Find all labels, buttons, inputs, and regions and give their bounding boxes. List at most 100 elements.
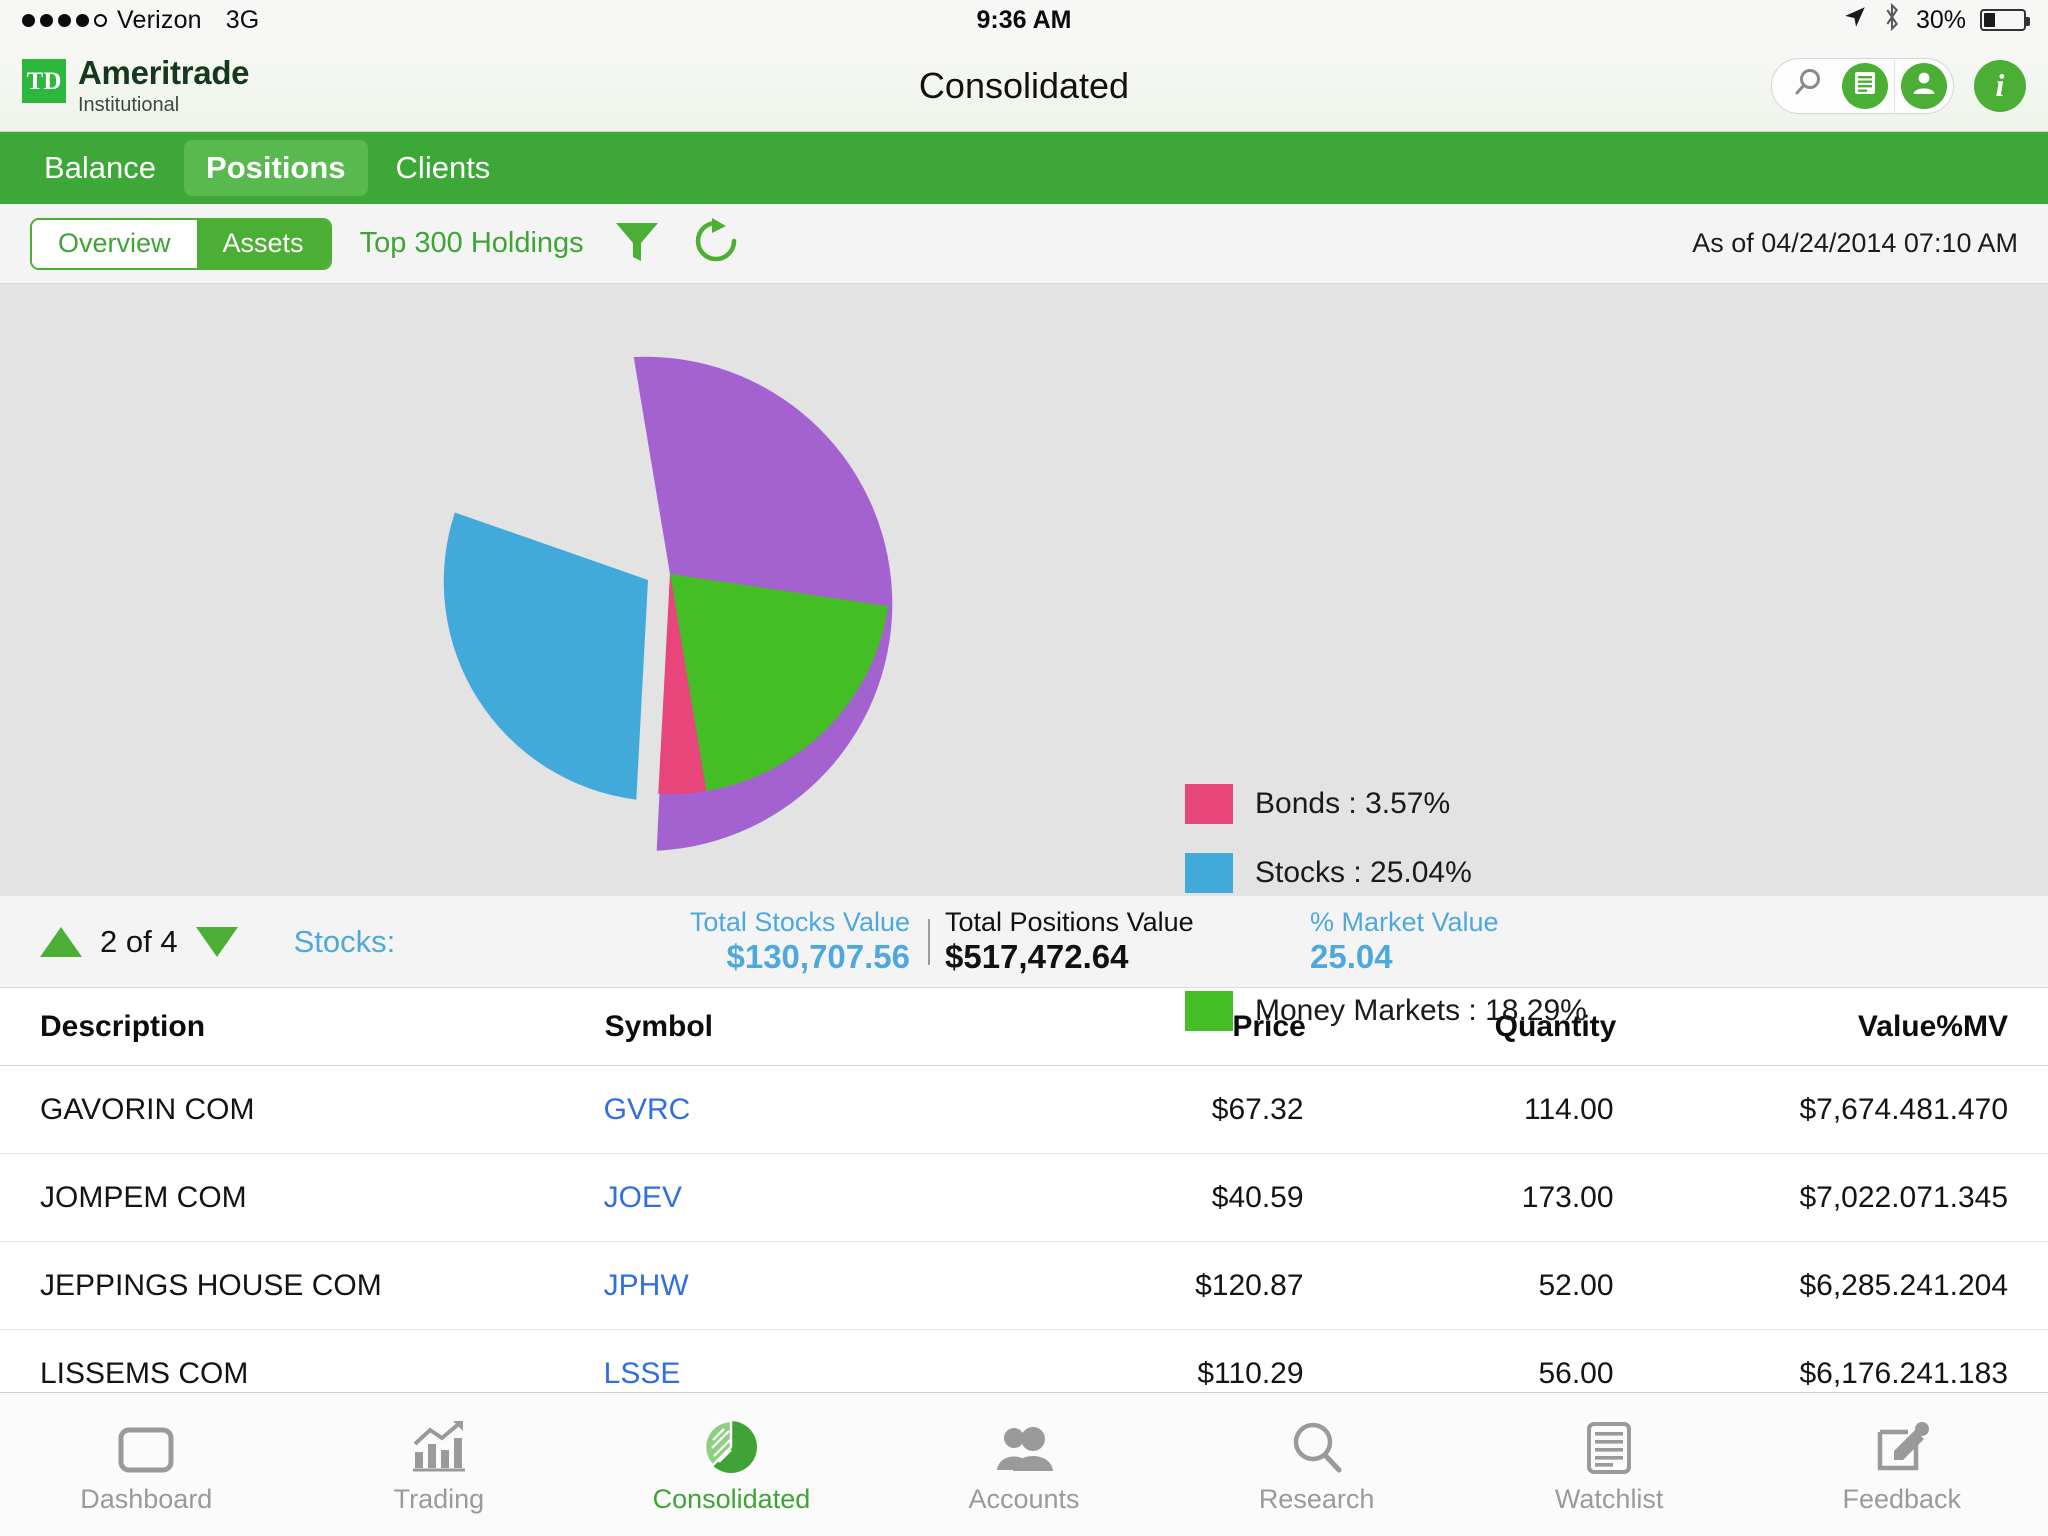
- brand-sub-label: Institutional: [78, 94, 180, 116]
- tab-label-dashboard: Dashboard: [80, 1484, 213, 1514]
- column-header-mv[interactable]: %MV: [1936, 1010, 2008, 1044]
- edit-pencil-icon: [1874, 1414, 1930, 1476]
- asset-allocation-chart: Bonds : 3.57% Stocks : 25.04% Mutual Fun…: [0, 284, 2048, 1031]
- document-button[interactable]: [1842, 62, 1888, 109]
- profile-button[interactable]: [1901, 62, 1947, 109]
- tab-trading[interactable]: Trading: [293, 1393, 586, 1536]
- cell-quantity: 173.00: [1521, 1180, 1614, 1214]
- legend-swatch-stocks: [1185, 853, 1233, 893]
- cell-value: $6,285.24: [1799, 1268, 1933, 1302]
- pager-position-label: 2 of 4: [100, 923, 178, 959]
- segment-assets[interactable]: Assets: [196, 219, 330, 268]
- cell-price: $67.32: [1211, 1092, 1304, 1126]
- pager-up-arrow-icon[interactable]: [40, 926, 82, 957]
- legend-label-bonds: Bonds : 3.57%: [1255, 787, 1451, 820]
- segment-overview[interactable]: Overview: [32, 219, 197, 268]
- profile-icon: [1909, 68, 1939, 103]
- signal-strength-icon: [22, 13, 107, 27]
- nav-tab-balance[interactable]: Balance: [22, 140, 178, 196]
- people-icon: [991, 1414, 1057, 1476]
- cell-symbol[interactable]: GVRC: [604, 1093, 1046, 1127]
- legend-item-money-markets: Money Markets : 18.29%: [1185, 991, 1587, 1031]
- cell-description: LISSEMS COM: [40, 1356, 249, 1390]
- category-pager: 2 of 4: [40, 924, 238, 960]
- search-button[interactable]: [1778, 65, 1836, 106]
- battery-icon: [1980, 9, 2030, 31]
- cell-quantity: 56.00: [1538, 1356, 1614, 1390]
- tab-feedback[interactable]: Feedback: [1755, 1393, 2048, 1536]
- table-row[interactable]: JEPPINGS HOUSE COM JPHW $120.87 52.00 $6…: [0, 1242, 2048, 1330]
- total-stocks-value-group: Total Stocks Value $130,707.56: [660, 907, 910, 976]
- positions-table: Description Symbol Price Quantity Value …: [0, 988, 2048, 1418]
- legend-label-stocks: Stocks : 25.04%: [1255, 856, 1472, 889]
- cell-description: JEPPINGS HOUSE COM: [40, 1268, 382, 1302]
- nav-tab-positions[interactable]: Positions: [184, 140, 368, 196]
- summary-bar: 2 of 4 Stocks: Total Stocks Value $130,7…: [0, 896, 2048, 988]
- refresh-icon: [690, 215, 742, 272]
- cell-value: $6,176.24: [1799, 1356, 1933, 1390]
- list-document-icon: [1584, 1414, 1634, 1476]
- cell-symbol[interactable]: JPHW: [604, 1269, 1046, 1303]
- nav-tab-clients[interactable]: Clients: [374, 140, 513, 196]
- cell-symbol[interactable]: JOEV: [604, 1181, 1046, 1215]
- table-header-row: Description Symbol Price Quantity Value …: [0, 988, 2048, 1066]
- refresh-button[interactable]: [690, 215, 742, 272]
- tab-label-trading: Trading: [393, 1484, 485, 1514]
- legend-swatch-money-markets: [1185, 991, 1233, 1031]
- divider: [1894, 57, 1895, 114]
- tab-label-research: Research: [1258, 1484, 1375, 1514]
- cell-value: $7,674.48: [1799, 1092, 1933, 1126]
- tab-research[interactable]: Research: [1170, 1393, 1463, 1536]
- pie-chart: [390, 294, 950, 859]
- column-header-value[interactable]: Value: [1616, 1010, 1936, 1044]
- tab-accounts[interactable]: Accounts: [878, 1393, 1171, 1536]
- pie-slice-stocks[interactable]: [430, 483, 684, 826]
- pie-chart-svg: [430, 356, 893, 851]
- tab-label-consolidated: Consolidated: [652, 1484, 811, 1514]
- info-button[interactable]: i: [1974, 59, 2026, 112]
- td-logo-icon: TD: [22, 59, 66, 103]
- top-holdings-link[interactable]: Top 300 Holdings: [360, 227, 584, 260]
- svg-text:TD: TD: [27, 68, 61, 95]
- tab-label-feedback: Feedback: [1842, 1484, 1962, 1514]
- bottom-tab-bar: Dashboard Trading Consolidated Accounts …: [0, 1392, 2048, 1536]
- filter-funnel-icon: [612, 217, 662, 270]
- cell-price: $40.59: [1211, 1180, 1304, 1214]
- carrier-label: Verizon: [117, 5, 202, 34]
- market-value-amount: 25.04: [1310, 938, 1393, 976]
- cell-mv: 1.204: [1932, 1268, 2009, 1302]
- tab-label-watchlist: Watchlist: [1554, 1484, 1664, 1514]
- divider: [928, 919, 930, 965]
- brand-name-label: Ameritrade: [78, 54, 250, 91]
- cell-symbol[interactable]: LSSE: [604, 1357, 1046, 1391]
- search-icon: [1789, 65, 1825, 106]
- tab-consolidated[interactable]: Consolidated: [585, 1393, 878, 1536]
- tab-dashboard[interactable]: Dashboard: [0, 1393, 293, 1536]
- table-row[interactable]: JOMPEM COM JOEV $40.59 173.00 $7,022.07 …: [0, 1154, 2048, 1242]
- cell-price: $110.29: [1197, 1356, 1304, 1390]
- status-bar: Verizon 3G 9:36 AM 30%: [0, 0, 2048, 40]
- pager-down-arrow-icon[interactable]: [195, 926, 238, 957]
- app-header: TD Ameritrade Institutional Consolidated: [0, 40, 2048, 132]
- pie-chart-icon: [702, 1414, 760, 1476]
- cell-quantity: 52.00: [1538, 1268, 1614, 1302]
- tab-watchlist[interactable]: Watchlist: [1463, 1393, 1756, 1536]
- legend-label-money-markets: Money Markets : 18.29%: [1255, 994, 1587, 1027]
- market-value-group: % Market Value 25.04: [1310, 907, 1630, 976]
- category-label: Stocks:: [293, 923, 396, 959]
- dashboard-icon: [115, 1414, 177, 1476]
- column-header-symbol[interactable]: Symbol: [605, 1010, 1047, 1044]
- location-arrow-icon: [1842, 4, 1868, 37]
- header-action-pill: [1771, 57, 1954, 114]
- cell-description: JOMPEM COM: [40, 1180, 247, 1214]
- total-positions-value-label: Total Positions Value: [945, 907, 1194, 937]
- legend-item-bonds: Bonds : 3.57%: [1185, 784, 1587, 824]
- page-title: Consolidated: [918, 64, 1130, 106]
- column-header-description[interactable]: Description: [40, 1010, 605, 1044]
- cell-mv: 1.345: [1932, 1180, 2009, 1214]
- cell-description: GAVORIN COM: [40, 1092, 255, 1126]
- brand-logo: TD Ameritrade Institutional: [22, 54, 250, 116]
- filter-button[interactable]: [612, 217, 662, 270]
- status-bar-left: Verizon 3G: [22, 6, 259, 35]
- table-row[interactable]: GAVORIN COM GVRC $67.32 114.00 $7,674.48…: [0, 1066, 2048, 1154]
